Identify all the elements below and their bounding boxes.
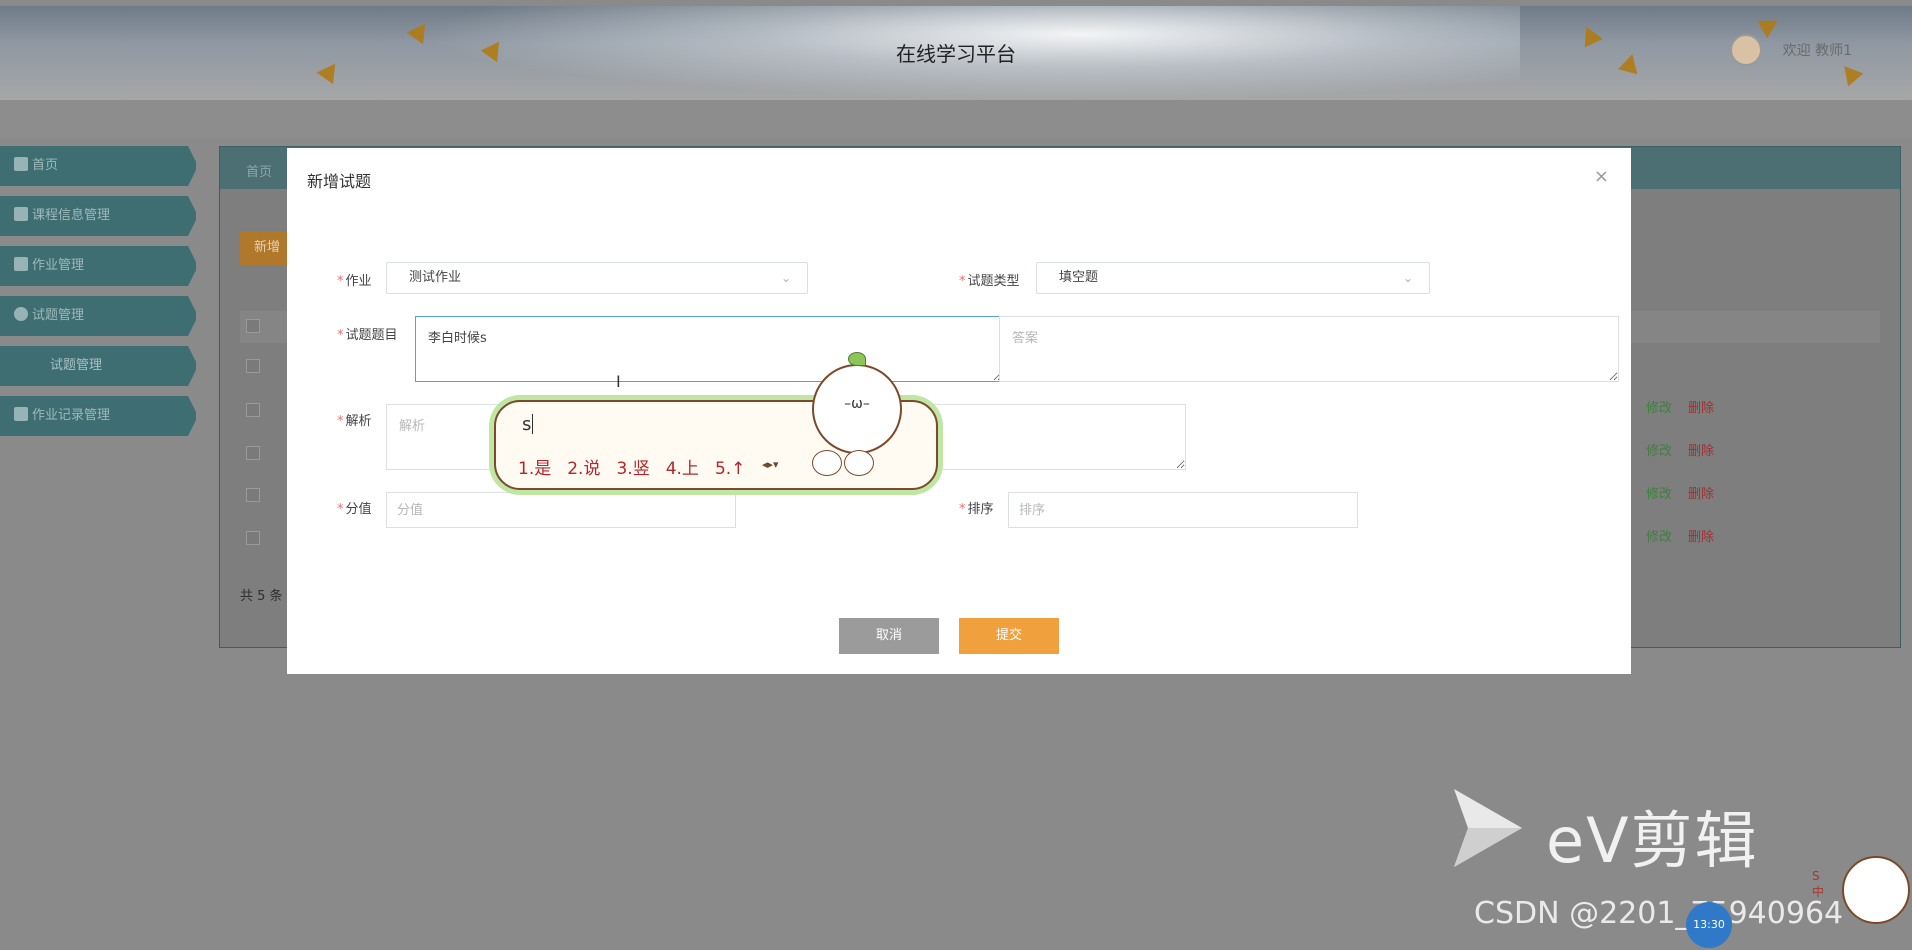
- order-label: * 排序: [959, 502, 994, 517]
- sprout-icon: [848, 352, 866, 366]
- sidebar-item-homework[interactable]: 作业管理: [0, 246, 196, 286]
- clock-badge[interactable]: 13:30: [1686, 902, 1732, 948]
- question-title-input[interactable]: [415, 316, 1003, 382]
- dialog-title: 新增试题: [307, 172, 372, 191]
- grid-icon: [14, 207, 28, 221]
- homework-label: * 作业: [337, 274, 372, 289]
- select-all-checkbox[interactable]: [246, 319, 260, 333]
- edit-button[interactable]: 修改: [1646, 526, 1672, 545]
- sidebar-item-label: 试题管理: [32, 308, 85, 323]
- ime-page-arrows-icon[interactable]: ◂▸▾: [762, 458, 779, 471]
- sidebar-item-label: 作业记录管理: [32, 408, 111, 423]
- row-checkbox[interactable]: [246, 403, 260, 417]
- question-type-label-text: 试题类型: [967, 274, 1020, 289]
- question-type-select-value: 填空题: [1059, 270, 1099, 285]
- tab-home[interactable]: 首页: [246, 161, 272, 180]
- corner-mascot-icon: [1842, 856, 1910, 924]
- page: 在线学习平台 欢迎 教师1 首页 课程信息管理 作业管理 试题管理 试题管理 作…: [0, 0, 1912, 950]
- csdn-watermark: CSDN @2201_75940964: [1474, 896, 1844, 931]
- analysis-label-text: 解析: [345, 414, 372, 429]
- score-label-text: 分值: [345, 502, 372, 517]
- row-checkbox[interactable]: [246, 488, 260, 502]
- mascot-face: –ω–: [844, 396, 870, 412]
- sidebar-item-questions[interactable]: 试题管理: [0, 296, 196, 336]
- ime-candidate[interactable]: 1.是: [518, 459, 551, 479]
- text-cursor-icon: I: [616, 372, 621, 391]
- edit-button[interactable]: 修改: [1646, 397, 1672, 416]
- question-title-label: * 试题题目: [337, 328, 398, 343]
- delete-button[interactable]: 删除: [1688, 526, 1714, 545]
- avatar[interactable]: [1730, 34, 1762, 66]
- sidebar-item-label: 课程信息管理: [32, 208, 111, 223]
- delete-button[interactable]: 删除: [1688, 440, 1714, 459]
- ime-composition-text: s: [522, 414, 532, 435]
- check-circle-icon: [14, 307, 28, 321]
- homework-label-text: 作业: [345, 274, 372, 289]
- mini-mascot-icon: [812, 450, 842, 476]
- ev-watermark: eV剪辑: [1546, 804, 1759, 877]
- page-title: 在线学习平台: [896, 42, 1016, 66]
- mini-mascot-icon: [844, 450, 874, 476]
- analysis-label: * 解析: [337, 414, 372, 429]
- cancel-button[interactable]: 取消: [839, 618, 939, 654]
- sidebar-item-home[interactable]: 首页: [0, 146, 196, 186]
- edit-button[interactable]: 修改: [1646, 440, 1672, 459]
- sidebar-item-label: 作业管理: [32, 258, 85, 273]
- order-input[interactable]: [1008, 492, 1358, 528]
- ime-candidate-list: 1.是 2.说 3.竖 4.上 5.↑: [518, 454, 761, 479]
- header-subbar: [0, 100, 1912, 138]
- close-icon[interactable]: ×: [1594, 166, 1609, 187]
- score-input[interactable]: [386, 492, 736, 528]
- ime-candidate-popup: s 1.是 2.说 3.竖 4.上 5.↑ ◂▸▾ –ω–: [494, 352, 938, 490]
- edit-button[interactable]: 修改: [1646, 483, 1672, 502]
- sidebar-item-homework-records[interactable]: 作业记录管理: [0, 396, 196, 436]
- chevron-down-icon: ⌄: [780, 271, 791, 285]
- homework-select-value: 测试作业: [409, 270, 462, 285]
- sidebar-item-course[interactable]: 课程信息管理: [0, 196, 196, 236]
- chevron-down-icon: ⌄: [1402, 271, 1413, 285]
- home-icon: [14, 157, 28, 171]
- sidebar: 首页 课程信息管理 作业管理 试题管理 试题管理 作业记录管理: [0, 146, 200, 446]
- homework-select[interactable]: 测试作业 ⌄: [386, 262, 808, 294]
- question-type-select[interactable]: 填空题 ⌄: [1036, 262, 1430, 294]
- row-checkbox[interactable]: [246, 359, 260, 373]
- ime-candidate[interactable]: 3.竖: [616, 459, 649, 479]
- ime-candidate[interactable]: 5.↑: [715, 459, 745, 479]
- delete-button[interactable]: 删除: [1688, 397, 1714, 416]
- ime-candidate[interactable]: 2.说: [567, 459, 600, 479]
- row-checkbox[interactable]: [246, 531, 260, 545]
- book-icon: [14, 257, 28, 271]
- text-caret: [532, 414, 534, 434]
- delete-button[interactable]: 删除: [1688, 483, 1714, 502]
- ev-play-logo-icon: [1454, 789, 1522, 867]
- sidebar-item-label: 首页: [32, 158, 59, 173]
- row-checkbox[interactable]: [246, 446, 260, 460]
- answer-input[interactable]: [999, 316, 1619, 382]
- sidebar-subitem-questions[interactable]: 试题管理: [0, 346, 196, 386]
- ime-candidate[interactable]: 4.上: [666, 459, 699, 479]
- question-title-label-text: 试题题目: [345, 328, 398, 343]
- sidebar-item-label: 试题管理: [50, 358, 103, 373]
- leaf-decoration: [1757, 11, 1783, 39]
- submit-button[interactable]: 提交: [959, 618, 1059, 654]
- question-type-label: * 试题类型: [959, 274, 1020, 289]
- order-label-text: 排序: [967, 502, 994, 517]
- ime-status-indicator[interactable]: S中: [1812, 868, 1828, 900]
- score-label: * 分值: [337, 502, 372, 517]
- ime-mascot-icon: –ω–: [812, 352, 902, 454]
- ime-composition: s: [522, 414, 534, 435]
- pagination-total: 共 5 条: [240, 589, 283, 604]
- list-icon: [14, 407, 28, 421]
- add-question-dialog: 新增试题 × *作业 测试作业 ⌄ *试题类型 填空题 ⌄ *试题题目 *解析 …: [287, 148, 1631, 674]
- welcome-text: 欢迎 教师1: [1782, 43, 1852, 59]
